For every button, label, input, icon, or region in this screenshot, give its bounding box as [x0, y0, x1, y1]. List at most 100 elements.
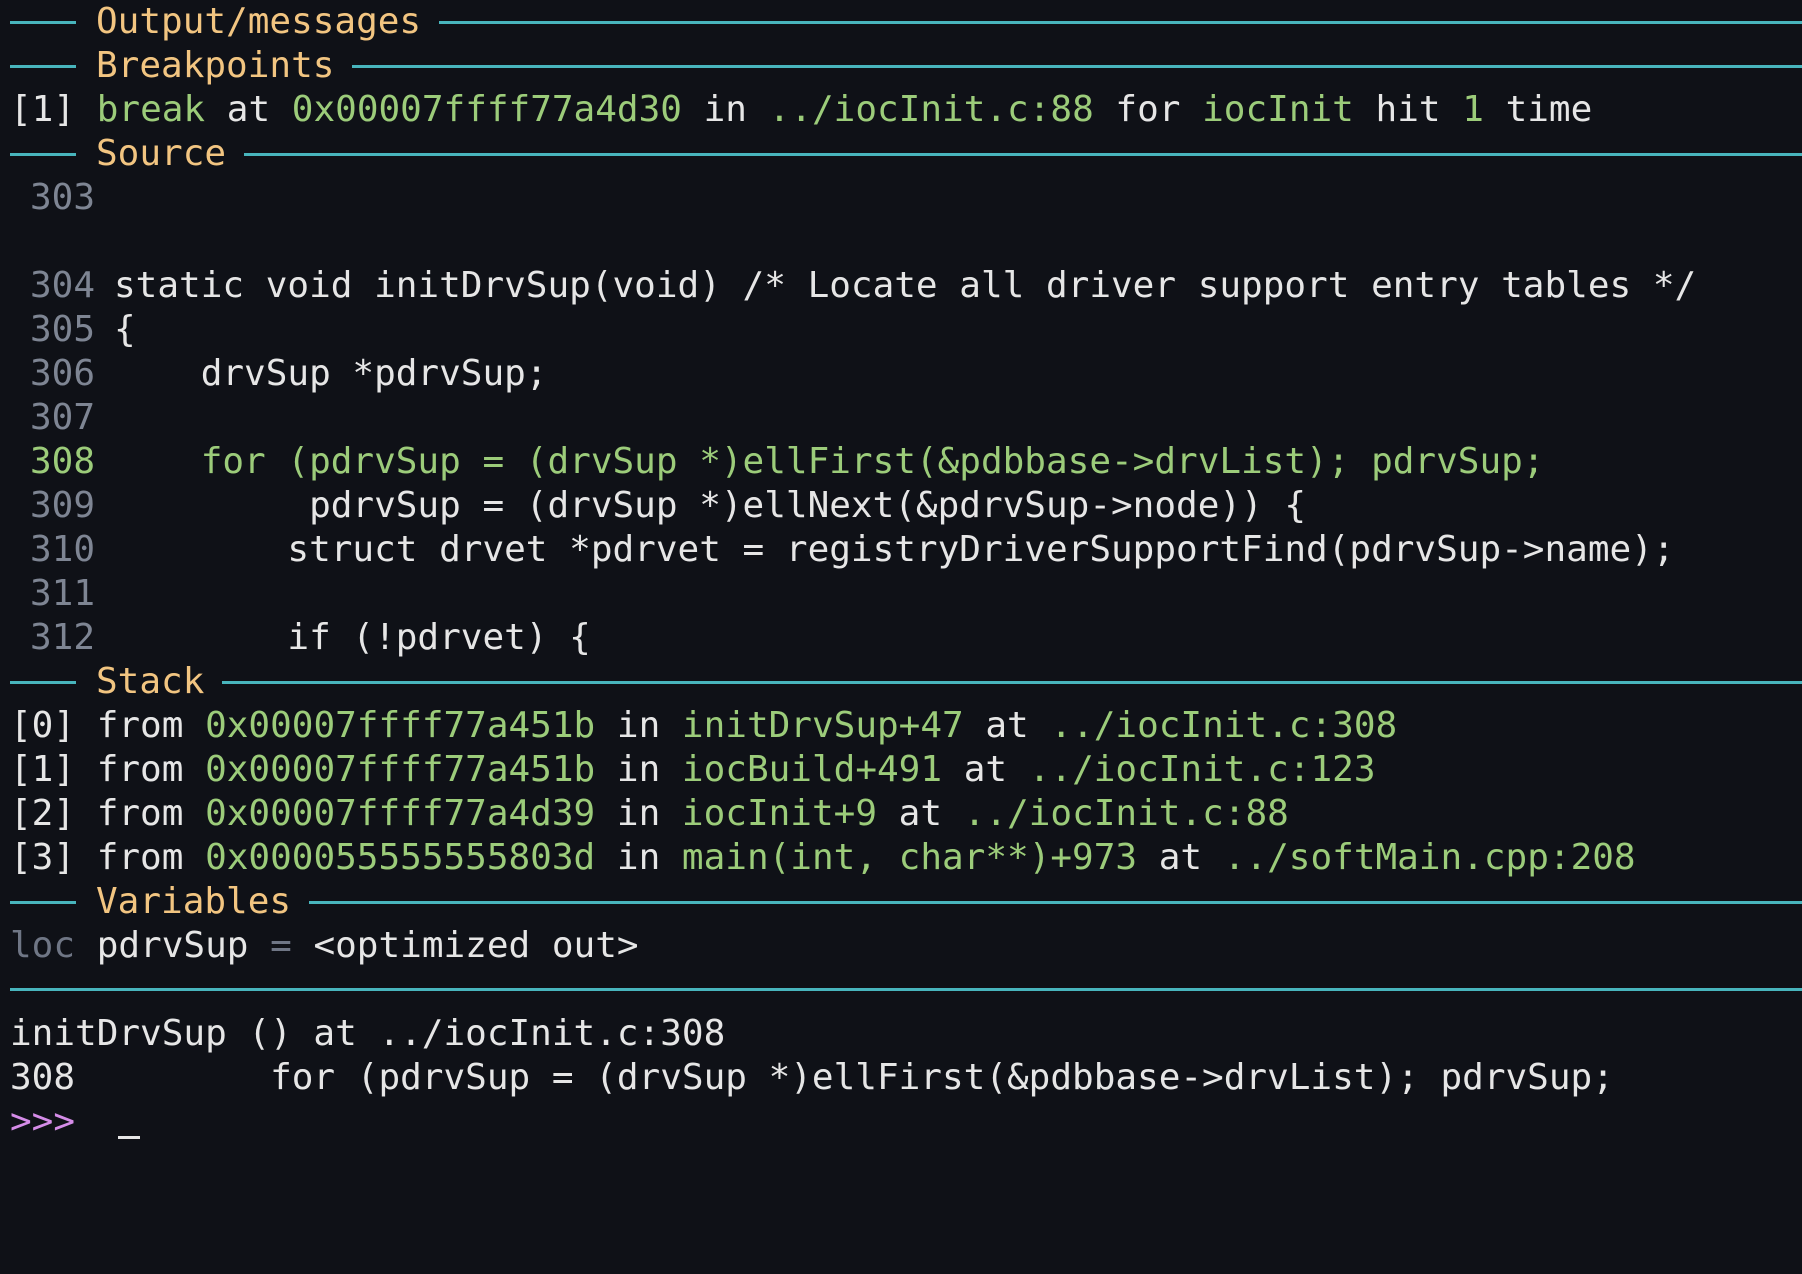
line-number: 305 — [30, 309, 96, 350]
section-rule — [10, 65, 76, 68]
line-number: 306 — [30, 353, 96, 394]
frame-index: [0] — [10, 705, 76, 746]
section-rule — [10, 153, 76, 156]
from-word: from — [75, 705, 206, 746]
frame-address: 0x00007ffff77a451b — [205, 705, 596, 746]
section-rule — [96, 901, 1802, 904]
line-number-current: 308 — [30, 441, 96, 482]
frame-index: [1] — [10, 749, 76, 790]
section-rule — [96, 153, 1802, 156]
stack-frame: [3] from 0x000055555555803d in main(int,… — [10, 836, 1802, 880]
line-number: 303 — [30, 177, 96, 218]
section-title: Breakpoints — [96, 44, 353, 88]
from-word: from — [75, 793, 206, 834]
source-line: 306 drvSup *pdrvSup; — [10, 352, 1802, 396]
source-code: if (!pdrvet) { — [114, 617, 591, 658]
variable-entry: loc pdrvSup = <optimized out> — [10, 924, 1802, 968]
source-code: static void initDrvSup(void) /* Locate a… — [114, 265, 1697, 306]
breakpoint-entry: [1] break at 0x00007ffff77a4d30 in ../io… — [10, 88, 1802, 132]
source-line: 309 pdrvSup = (drvSup *)ellNext(&pdrvSup… — [10, 484, 1802, 528]
source-line: 311 — [10, 572, 1802, 616]
breakpoint-kind: break — [96, 89, 206, 130]
breakpoint-function: iocInit — [1202, 89, 1354, 130]
hit-word: hit — [1353, 89, 1463, 130]
section-output-messages: Output/messages — [10, 0, 1802, 44]
source-code: { — [114, 309, 136, 350]
variable-scope: loc — [10, 925, 76, 966]
from-word: from — [75, 837, 206, 878]
section-stack: Stack — [10, 660, 1802, 704]
section-source: Source — [10, 132, 1802, 176]
at-word: at — [877, 793, 964, 834]
at-word: at — [1137, 837, 1224, 878]
stack-frame: [1] from 0x00007ffff77a451b in iocBuild+… — [10, 748, 1802, 792]
source-code: drvSup *pdrvSup; — [114, 353, 548, 394]
section-title: Variables — [96, 880, 310, 924]
source-line: 305 { — [10, 308, 1802, 352]
breakpoint-index: [1] — [10, 89, 76, 130]
frame-address: 0x00007ffff77a4d39 — [205, 793, 596, 834]
section-rule — [10, 901, 76, 904]
breakpoint-hit-count: 1 — [1462, 89, 1484, 130]
at-word: at — [963, 705, 1051, 746]
text-cursor — [118, 1136, 141, 1139]
source-line: 310 struct drvet *pdrvet = registryDrive… — [10, 528, 1802, 572]
line-number: 304 — [30, 265, 96, 306]
section-breakpoints: Breakpoints — [10, 44, 1802, 88]
in-word: in — [595, 749, 682, 790]
section-rule — [10, 681, 76, 684]
frame-index: [2] — [10, 793, 76, 834]
line-number: 307 — [30, 397, 96, 438]
line-number: 309 — [30, 485, 96, 526]
source-line-current: 308 for (pdrvSup = (drvSup *)ellFirst(&p… — [10, 440, 1802, 484]
console-output-line: 308 for (pdrvSup = (drvSup *)ellFirst(&p… — [10, 1057, 1614, 1098]
in-word: in — [595, 705, 682, 746]
gdb-dashboard-terminal: Output/messages Breakpoints [1] break at… — [0, 0, 1802, 1274]
variable-name: pdrvSup — [75, 925, 249, 966]
at-word: at — [942, 749, 1029, 790]
frame-address: 0x00007ffff77a451b — [205, 749, 596, 790]
breakpoint-location: ../iocInit.c:88 — [768, 89, 1094, 130]
line-number: 311 — [30, 573, 96, 614]
console-input[interactable]: >>> — [10, 1100, 1802, 1144]
section-title: Source — [96, 132, 245, 176]
source-code: struct drvet *pdrvet = registryDriverSup… — [114, 529, 1675, 570]
section-variables: Variables — [10, 880, 1802, 924]
variable-value: <optimized out> — [313, 925, 639, 966]
for-word: for — [1093, 89, 1203, 130]
console-output-line: initDrvSup () at ../iocInit.c:308 — [10, 1013, 726, 1054]
frame-function: initDrvSup+47 — [681, 705, 964, 746]
line-number: 310 — [30, 529, 96, 570]
frame-location: ../iocInit.c:308 — [1050, 705, 1398, 746]
from-word: from — [75, 749, 206, 790]
variable-equals: = — [248, 925, 314, 966]
source-line: 307 — [10, 396, 1802, 440]
source-line: 312 if (!pdrvet) { — [10, 616, 1802, 660]
section-title: Output/messages — [96, 0, 440, 44]
time-word: time — [1483, 89, 1593, 130]
frame-function: main(int, char**)+973 — [681, 837, 1138, 878]
section-title: Stack — [96, 660, 223, 704]
dashboard-end-rule — [10, 988, 1802, 991]
line-number: 312 — [30, 617, 96, 658]
frame-index: [3] — [10, 837, 76, 878]
frame-location: ../iocInit.c:88 — [963, 793, 1289, 834]
frame-location: ../iocInit.c:123 — [1028, 749, 1376, 790]
frame-location: ../softMain.cpp:208 — [1223, 837, 1636, 878]
gdb-prompt: >>> — [10, 1101, 76, 1142]
stack-frame: [2] from 0x00007ffff77a4d39 in iocInit+9… — [10, 792, 1802, 836]
source-line: 304 static void initDrvSup(void) /* Locat… — [10, 264, 1802, 308]
section-rule — [10, 21, 76, 24]
source-code-current: for (pdrvSup = (drvSup *)ellFirst(&pdbba… — [114, 441, 1545, 482]
frame-function: iocBuild+491 — [681, 749, 943, 790]
frame-address: 0x000055555555803d — [205, 837, 596, 878]
stack-frame: [0] from 0x00007ffff77a451b in initDrvSu… — [10, 704, 1802, 748]
breakpoint-address: 0x00007ffff77a4d30 — [291, 89, 682, 130]
frame-function: iocInit+9 — [681, 793, 877, 834]
source-line: 303 — [10, 176, 1802, 220]
in-word: in — [595, 837, 682, 878]
section-rule — [96, 681, 1802, 684]
in-word: in — [681, 89, 769, 130]
in-word: in — [595, 793, 682, 834]
at-word: at — [205, 89, 292, 130]
